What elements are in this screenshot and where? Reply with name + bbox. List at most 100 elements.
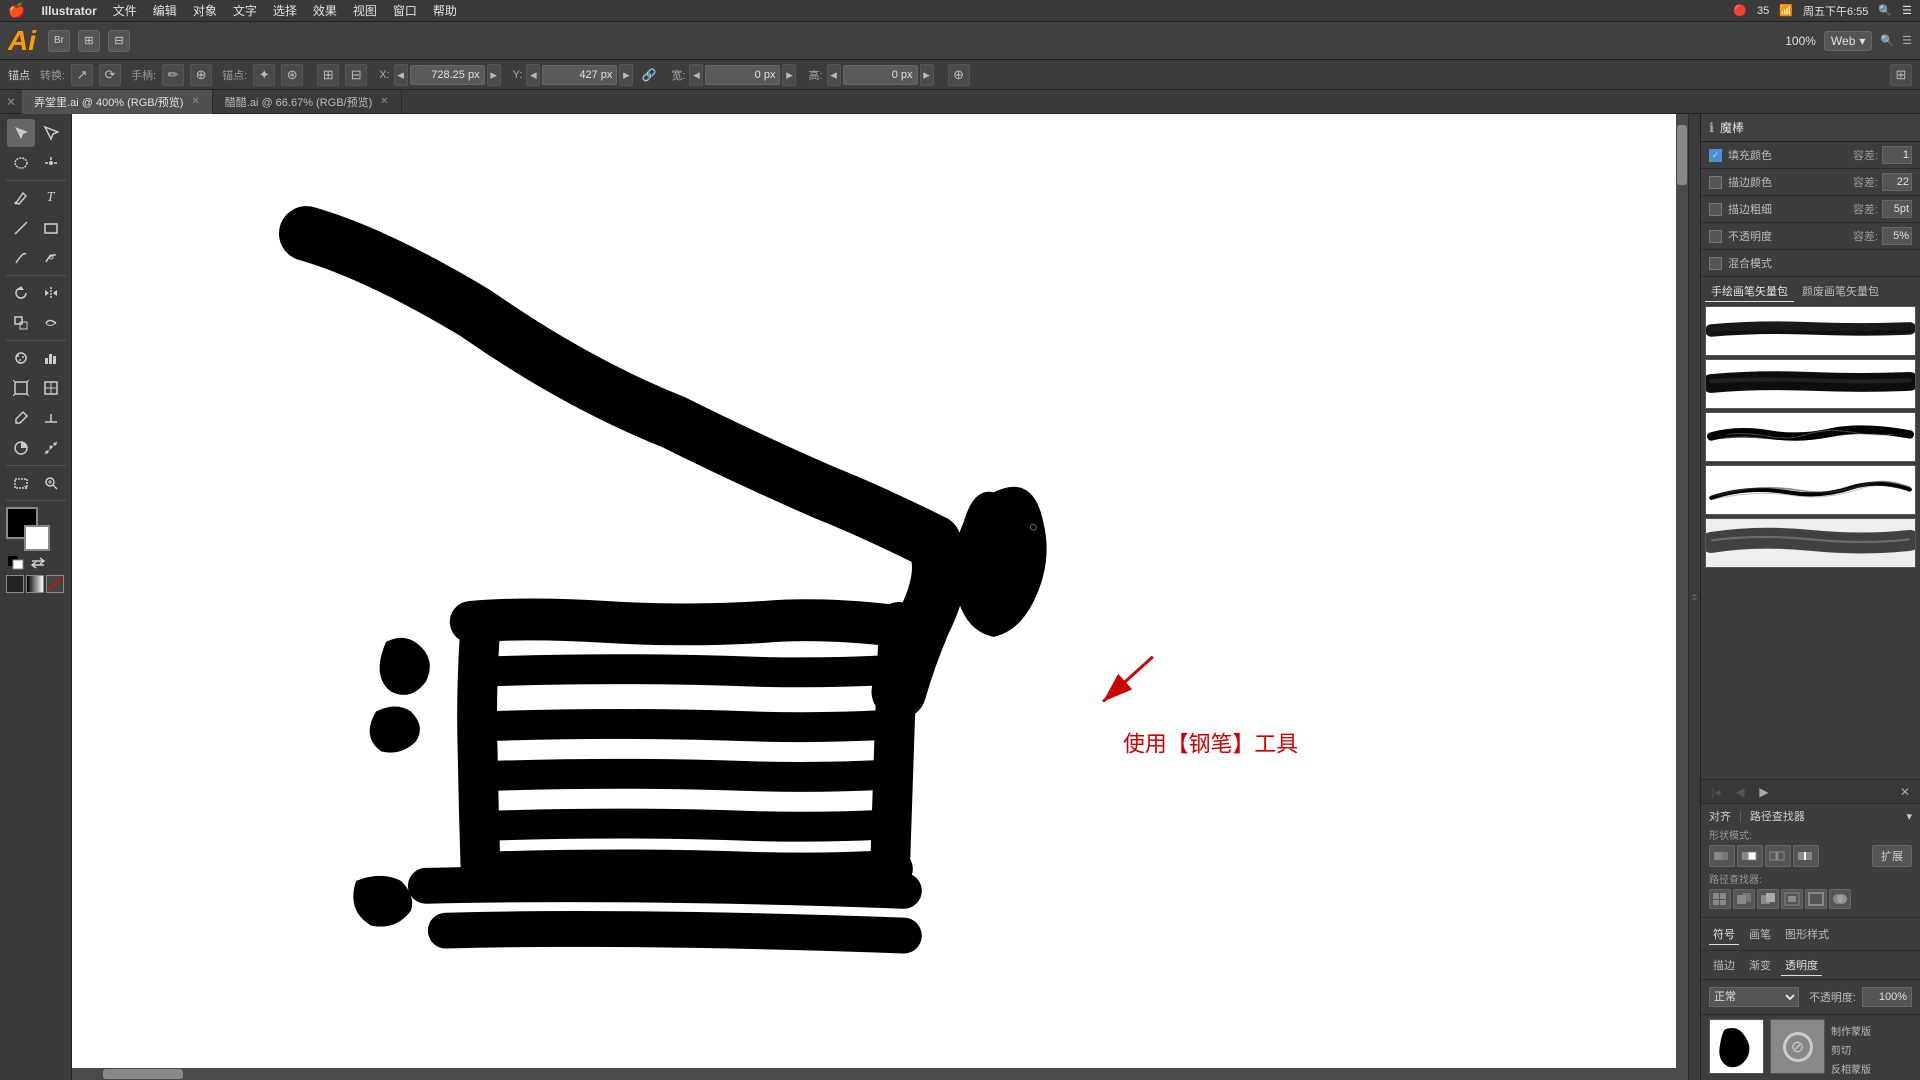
smooth-tool[interactable] (37, 244, 65, 272)
rectangle-select-tool[interactable] (7, 469, 35, 497)
more-icon[interactable]: ☰ (1902, 34, 1912, 47)
brush-tab-0[interactable]: 手绘画笔矢量包 (1705, 281, 1794, 302)
pen-tool[interactable] (7, 184, 35, 212)
handle-btn1[interactable]: ✏ (162, 64, 184, 86)
brush-item-1[interactable] (1705, 359, 1916, 409)
line-tool[interactable] (7, 214, 35, 242)
v-scrollbar-thumb[interactable] (1677, 125, 1687, 185)
anchorpt-btn1[interactable]: ✦ (253, 64, 275, 86)
swap-colors-btn[interactable] (28, 555, 48, 571)
exclude-btn[interactable] (1793, 845, 1819, 867)
zoom-tool[interactable] (37, 469, 65, 497)
stroke-tab-0[interactable]: 描边 (1709, 955, 1739, 975)
x-input[interactable] (410, 65, 485, 85)
pathfinder-dropdown[interactable]: ▾ (1906, 810, 1912, 823)
crop-btn[interactable] (1781, 889, 1803, 909)
panel-info-icon[interactable]: ℹ (1709, 120, 1714, 136)
thumb-preview-1[interactable]: ⊘ (1770, 1019, 1825, 1074)
text-tool[interactable]: T (37, 184, 65, 212)
selection-tool[interactable] (7, 119, 35, 147)
opacity-value-input[interactable] (1862, 987, 1912, 1007)
rectangle-tool[interactable] (37, 214, 65, 242)
arrange-btn[interactable]: ⊟ (108, 30, 130, 52)
artboard-tool[interactable] (7, 374, 35, 402)
brush-item-2[interactable] (1705, 412, 1916, 462)
expand-btn[interactable]: 扩展 (1872, 845, 1912, 867)
menubar-select[interactable]: 选择 (273, 2, 297, 19)
menubar-window[interactable]: 窗口 (393, 2, 417, 19)
w-increment[interactable]: ▸ (782, 64, 796, 86)
h-decrement[interactable]: ◂ (827, 64, 841, 86)
h-increment[interactable]: ▸ (920, 64, 934, 86)
menubar-object[interactable]: 对象 (193, 2, 217, 19)
opacity-tolerance-input[interactable] (1882, 227, 1912, 245)
handle-btn2[interactable]: ⊕ (190, 64, 212, 86)
nav-back-btn[interactable]: ◀ (1729, 782, 1751, 802)
divide-btn[interactable] (1709, 889, 1731, 909)
menubar-text[interactable]: 文字 (233, 2, 257, 19)
h-scrollbar[interactable] (72, 1068, 1676, 1080)
fill-color-checkbox[interactable]: ✓ (1709, 149, 1722, 162)
menubar-app[interactable]: Illustrator (41, 4, 96, 18)
fill-tolerance-input[interactable] (1882, 146, 1912, 164)
x-decrement[interactable]: ◂ (394, 64, 408, 86)
tab-1[interactable]: 醋醋.ai @ 66.67% (RGB/预览) ✕ (213, 90, 402, 114)
invert-mask-label[interactable]: 反相蒙版 (1831, 1061, 1871, 1076)
menubar-help[interactable]: 帮助 (433, 2, 457, 19)
convert-smooth-btn[interactable]: ⟳ (99, 64, 121, 86)
transform-btn[interactable]: ⊞ (317, 64, 339, 86)
y-input[interactable] (542, 65, 617, 85)
stroke-tab-2[interactable]: 透明度 (1781, 955, 1822, 976)
y-decrement[interactable]: ◂ (526, 64, 540, 86)
panel-collapse-btn[interactable]: ‹‹ (1688, 114, 1700, 1080)
merge-btn[interactable] (1757, 889, 1779, 909)
opacity-checkbox[interactable] (1709, 230, 1722, 243)
direct-selection-tool[interactable] (37, 119, 65, 147)
x-increment[interactable]: ▸ (487, 64, 501, 86)
w-input[interactable] (705, 65, 780, 85)
column-graph-tool[interactable] (37, 344, 65, 372)
blend-mode-select[interactable]: 正常 (1709, 987, 1799, 1007)
minus-front-btn[interactable] (1737, 845, 1763, 867)
control-icon[interactable]: ☰ (1902, 4, 1912, 17)
symbol-tab-0[interactable]: 符号 (1709, 924, 1739, 945)
tab-0-close[interactable]: ✕ (191, 96, 199, 107)
link-coords-btn[interactable]: 🔗 (639, 65, 659, 85)
canvas-area[interactable]: 使用【钢笔】工具 (72, 114, 1688, 1080)
panel-close-btn[interactable]: ✕ (1894, 782, 1916, 802)
stroke-color-checkbox[interactable] (1709, 176, 1722, 189)
lasso-tool[interactable] (7, 149, 35, 177)
pie-chart-tool[interactable] (7, 434, 35, 462)
scatter-graph-tool[interactable] (37, 434, 65, 462)
unite-btn[interactable] (1709, 845, 1735, 867)
h-input[interactable] (843, 65, 918, 85)
solid-color-btn[interactable] (6, 575, 24, 593)
outline-btn[interactable] (1805, 889, 1827, 909)
background-color[interactable] (24, 525, 50, 551)
default-colors-btn[interactable] (6, 555, 26, 571)
measure-tool[interactable] (37, 404, 65, 432)
symbol-tab-1[interactable]: 画笔 (1745, 924, 1775, 944)
panel-expand-btn[interactable]: ⊞ (1890, 64, 1912, 86)
bridge-btn[interactable]: Br (48, 30, 70, 52)
cut-label[interactable]: 剪切 (1831, 1042, 1871, 1057)
brush-item-0[interactable] (1705, 306, 1916, 356)
symbol-tab-2[interactable]: 图形样式 (1781, 924, 1833, 944)
transform-point-btn[interactable]: ⊕ (948, 64, 970, 86)
menubar-file[interactable]: 文件 (113, 2, 137, 19)
convert-corner-btn[interactable]: ↗ (71, 64, 93, 86)
layout-btn[interactable]: ⊞ (78, 30, 100, 52)
menubar-edit[interactable]: 编辑 (153, 2, 177, 19)
v-scrollbar[interactable] (1676, 114, 1688, 1080)
anchorpt-btn2[interactable]: ⊛ (281, 64, 303, 86)
brush-tab-1[interactable]: 颜废画笔矢量包 (1796, 281, 1885, 302)
nav-first-btn[interactable]: |◂ (1705, 782, 1727, 802)
w-decrement[interactable]: ◂ (689, 64, 703, 86)
make-mask-label[interactable]: 制作蒙版 (1831, 1023, 1871, 1038)
slice-tool[interactable] (37, 374, 65, 402)
stroke-tab-1[interactable]: 渐变 (1745, 955, 1775, 975)
blend-mode-checkbox[interactable] (1709, 257, 1722, 270)
align-btn[interactable]: ⊟ (345, 64, 367, 86)
reflect-tool[interactable] (37, 279, 65, 307)
rotate-tool[interactable] (7, 279, 35, 307)
